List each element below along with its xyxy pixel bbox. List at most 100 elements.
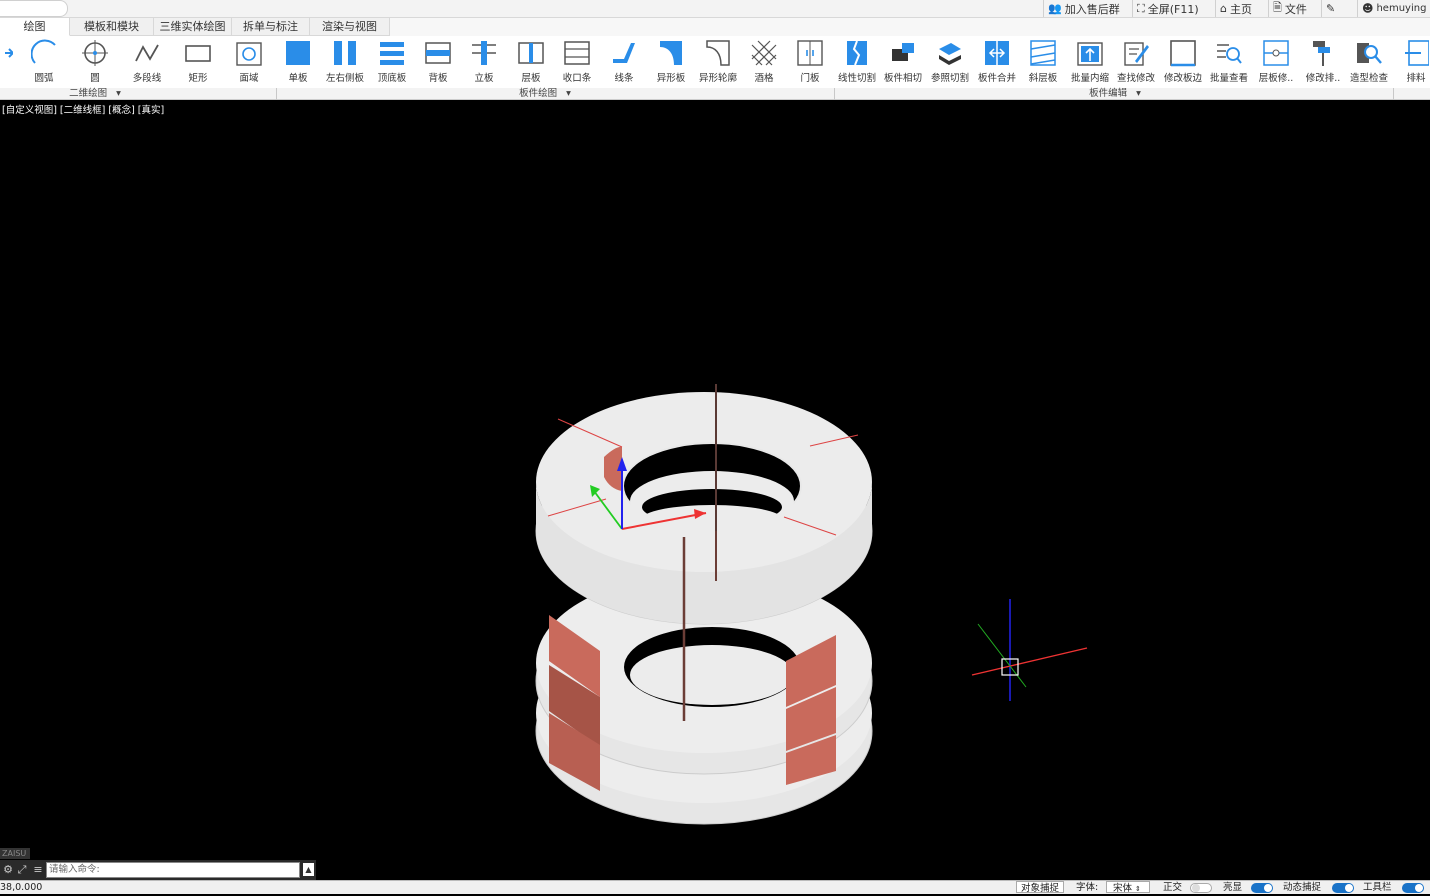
up-down-arrow-icon: ⇕ <box>1135 885 1141 893</box>
shelf-modify-icon <box>1263 40 1289 66</box>
fullscreen-button[interactable]: ⛶ 全屏(F11) <box>1132 0 1214 17</box>
top-bar: 👥 加入售后群 ⛶ 全屏(F11) ⌂ 主页 🗎 文件 ✎ ☻ hemuying <box>0 0 1430 18</box>
tab-drawing[interactable]: 绘图 <box>0 18 70 36</box>
user-account-button[interactable]: ☻ hemuying <box>1357 0 1430 17</box>
ribbon-toolbar: 圆弧 圆 多段线 矩形 面域 单板 左右侧板 顶底板 背板 立板 层板 收口条 … <box>0 36 1430 88</box>
tool-line-strip[interactable]: 线条 <box>602 36 646 88</box>
list-icon[interactable]: ≡ <box>31 863 45 877</box>
font-label: 字体: <box>1076 882 1099 893</box>
tool-shelf-modify[interactable]: 层板修.. <box>1254 36 1298 88</box>
modify-edge-icon <box>1170 40 1196 67</box>
group-label: 板件绘图 <box>519 88 558 99</box>
highlight-toggle[interactable] <box>1251 883 1273 893</box>
tool-batch-view[interactable]: 批量查看 <box>1207 36 1251 88</box>
fullscreen-icon: ⛶ <box>1137 1 1145 15</box>
tool-panel-tangent[interactable]: 板件相切 <box>881 36 925 88</box>
expand-icon[interactable]: ⤢ <box>15 863 29 877</box>
tool-single-panel[interactable]: 单板 <box>276 36 320 88</box>
tool-vertical-panel[interactable]: 立板 <box>462 36 506 88</box>
3d-viewport[interactable] <box>0 101 1430 859</box>
chevron-down-icon: ▾ <box>116 88 121 99</box>
tool-edge-strip[interactable]: 收口条 <box>555 36 599 88</box>
door-panel-icon <box>797 40 823 66</box>
group-panel-editing[interactable]: 板件编辑 ▾ <box>1060 88 1170 100</box>
tab-templates-modules[interactable]: 模板和模块 <box>70 18 154 36</box>
back-panel-icon <box>425 42 451 64</box>
join-support-group-button[interactable]: 👥 加入售后群 <box>1043 0 1131 17</box>
quick-access-pill[interactable] <box>0 0 68 17</box>
tab-render-view[interactable]: 渲染与视图 <box>310 18 390 36</box>
tab-split-annotate[interactable]: 拆单与标注 <box>232 18 310 36</box>
tool-find-modify[interactable]: 查找修改 <box>1114 36 1158 88</box>
top-bottom-panels-icon <box>380 42 404 65</box>
wine-rack-icon <box>751 40 777 66</box>
tool-slant-shelf[interactable]: 斜层板 <box>1021 36 1065 88</box>
vertical-panel-icon <box>472 41 496 65</box>
home-button[interactable]: ⌂ 主页 <box>1215 0 1267 17</box>
group-divider <box>276 88 277 100</box>
tab-3d-solid-drawing[interactable]: 三维实体绘图 <box>154 18 232 36</box>
toolbar-toggle[interactable] <box>1402 883 1424 893</box>
edit-button[interactable]: ✎ <box>1321 0 1341 17</box>
side-tag: ZAISU <box>0 848 30 859</box>
edit-icon: ✎ <box>1326 2 1336 15</box>
tool-shaped-panel[interactable]: 异形板 <box>649 36 693 88</box>
tool-polyline[interactable]: 多段线 <box>125 36 169 88</box>
command-line: ⚙ ⤢ ≡ 请输入命令: ▲ <box>0 860 316 880</box>
chevron-down-icon: ▾ <box>566 88 571 99</box>
nesting-icon <box>1405 40 1429 66</box>
home-label: 主页 <box>1229 2 1252 16</box>
arc-icon <box>31 39 56 64</box>
shaped-panel-icon <box>660 41 682 65</box>
slant-shelf-icon <box>1030 40 1056 66</box>
shaped-outline-icon <box>706 40 730 66</box>
edge-strip-icon <box>564 41 590 65</box>
font-select-value: 宋体 <box>1113 883 1133 894</box>
join-support-group-label: 加入售后群 <box>1064 2 1120 16</box>
batch-view-icon <box>1217 44 1242 64</box>
group-label: 板件编辑 <box>1089 88 1128 99</box>
file-label: 文件 <box>1284 2 1307 16</box>
dynamic-snap-toggle[interactable] <box>1332 883 1354 893</box>
tool-rectangle[interactable]: 矩形 <box>176 36 220 88</box>
group-2d-drawing[interactable]: 二维绘图 ▾ <box>40 88 150 100</box>
modify-layout-icon <box>1313 41 1330 66</box>
shape-check-icon <box>1357 43 1382 64</box>
group-label: 二维绘图 <box>69 88 108 99</box>
tool-shape-check[interactable]: 造型检查 <box>1347 36 1391 88</box>
region-icon <box>236 42 262 66</box>
cursor-crosshair <box>971 599 1088 701</box>
font-select[interactable]: 宋体 ⇕ <box>1106 881 1150 894</box>
ribbon-group-bar: 二维绘图 ▾ 板件绘图 ▾ 板件编辑 ▾ <box>0 88 1430 100</box>
polyline-icon <box>135 44 159 62</box>
dynamic-snap-label: 动态捕捉 <box>1283 882 1322 893</box>
tool-reference-cut[interactable]: 参照切割 <box>928 36 972 88</box>
batch-shrink-icon <box>1077 42 1103 66</box>
viewport-controls-label[interactable]: [自定义视图] [二维线框] [概念] [真实] <box>2 102 164 116</box>
ortho-toggle[interactable] <box>1190 883 1212 893</box>
tool-label: 排料 <box>1406 73 1426 84</box>
group-panel-drawing[interactable]: 板件绘图 ▾ <box>480 88 610 100</box>
status-bar: 38,0.000 对象捕捉 字体: 宋体 ⇕ 正交 亮显 动态捕捉 工具栏 <box>0 880 1430 894</box>
tool-door-panel[interactable]: 门板 <box>788 36 832 88</box>
fullscreen-label: 全屏(F11) <box>1147 2 1199 16</box>
tool-arc[interactable]: 圆弧 <box>22 36 66 88</box>
rectangle-icon <box>185 45 211 62</box>
command-input[interactable]: 请输入命令: <box>46 862 300 878</box>
tool-region[interactable]: 面域 <box>227 36 271 88</box>
tool-side-panels[interactable]: 左右侧板 <box>323 36 367 88</box>
linear-cut-icon <box>847 40 867 66</box>
settings-icon[interactable]: ⚙ <box>1 863 15 877</box>
tool-label: 圆 <box>90 73 100 84</box>
object-snap-button[interactable]: 对象捕捉 <box>1016 881 1065 894</box>
file-button[interactable]: 🗎 文件 <box>1268 0 1320 17</box>
tool-circle[interactable]: 圆 <box>73 36 117 88</box>
tool-nesting[interactable]: 排料 <box>1394 36 1430 88</box>
chevron-up-icon[interactable]: ▲ <box>303 863 314 876</box>
shelf-icon <box>518 42 544 64</box>
ribbon-tabs: 绘图 模板和模块 三维实体绘图 拆单与标注 渲染与视图 <box>0 18 1430 36</box>
circle-icon <box>82 40 108 66</box>
panel-icon <box>286 41 310 65</box>
user-icon: ☻ <box>1362 2 1374 15</box>
coordinate-readout: 38,0.000 <box>0 882 43 893</box>
